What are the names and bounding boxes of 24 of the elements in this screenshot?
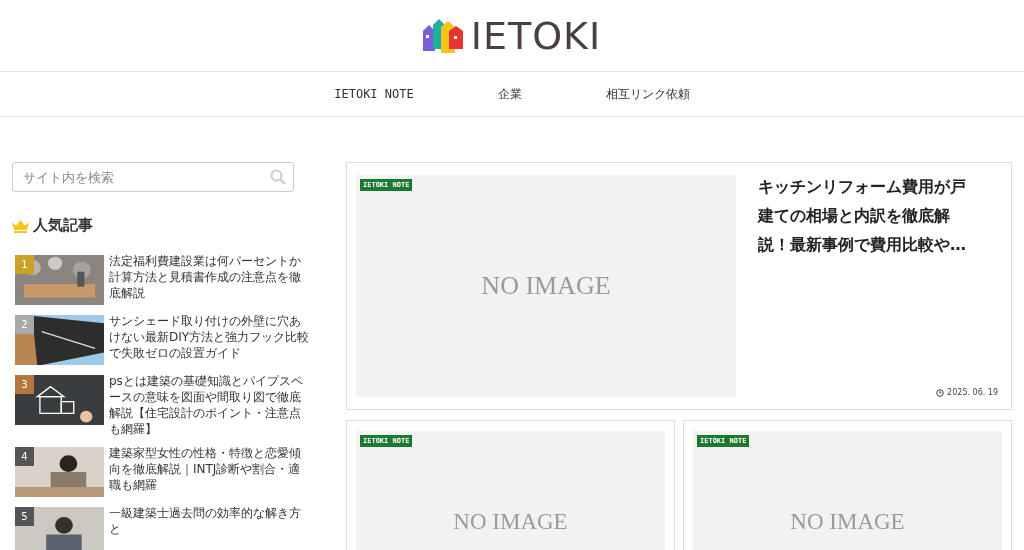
rank-badge: 5: [15, 507, 34, 526]
nav-link[interactable]: 企業: [455, 85, 564, 103]
article-link[interactable]: 建築家型女性の性格・特徴と恋愛傾向を徹底解説｜INTJ診断や割合・適職も網羅: [109, 445, 312, 493]
article-link[interactable]: 法定福利費建設業は何パーセントか計算方法と見積書作成の注意点を徹底解説: [109, 253, 312, 301]
article-link[interactable]: サンシェード取り付けの外壁に穴あけない最新DIY方法と強力フック比較で失敗ゼロの設置ガイド: [109, 313, 312, 361]
placeholder-text: NO IMAGE: [453, 509, 568, 535]
post-date: 2025. 06. 19: [947, 388, 998, 397]
nav-link[interactable]: 相互リンク依頼: [563, 85, 732, 103]
placeholder-text: NO IMAGE: [481, 271, 611, 301]
rank-badge: 1: [15, 255, 34, 274]
section-title: 人気記事: [33, 216, 93, 235]
article-link[interactable]: psとは建築の基礎知識とパイプスペースの意味を図面や間取り図で徹底解説【住宅設計のポイント・注意点も網羅】: [109, 373, 312, 437]
clock-icon: [936, 388, 945, 397]
placeholder-text: NO IMAGE: [790, 509, 905, 535]
crown-icon: [12, 218, 29, 233]
rank-badge: 2: [15, 315, 34, 334]
article-link[interactable]: 一級建築士過去問の効率的な解き方と: [109, 505, 312, 537]
article-title[interactable]: キッチンリフォーム費用が戸建ての相場と内訳を徹底解説！最新事例で費用比較や…: [758, 172, 978, 259]
logo-icon: [422, 18, 465, 53]
rank-badge: 4: [15, 447, 34, 466]
nav-link[interactable]: IETOKI NOTE: [292, 87, 456, 101]
search-field[interactable]: サイト内を検索: [12, 162, 294, 192]
logo-text[interactable]: IETOKI: [470, 13, 602, 58]
rank-badge: 3: [15, 375, 34, 394]
